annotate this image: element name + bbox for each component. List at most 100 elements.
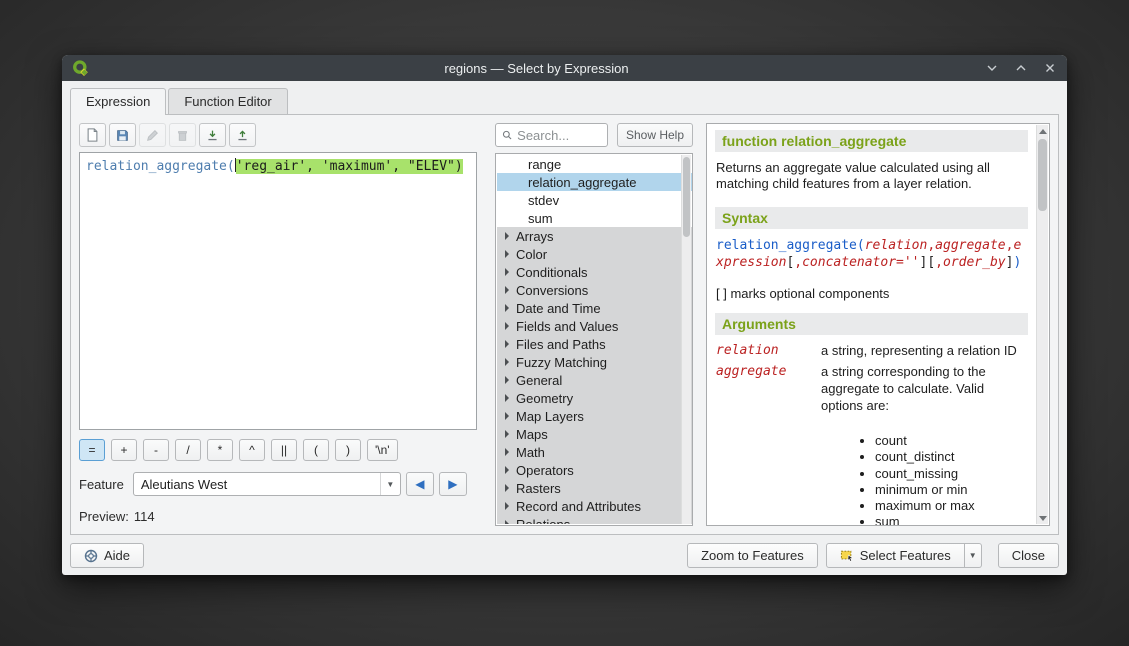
feature-selector-row: Feature Aleutians West ▼ ◀ ▶ bbox=[79, 472, 477, 496]
function-group[interactable]: Map Layers bbox=[497, 407, 692, 425]
expand-arrow-icon[interactable] bbox=[505, 394, 509, 402]
select-features-icon bbox=[840, 549, 854, 562]
function-item[interactable]: range bbox=[497, 155, 692, 173]
maximize-button[interactable] bbox=[1013, 60, 1029, 76]
expand-arrow-icon[interactable] bbox=[505, 250, 509, 258]
delete-expression-button[interactable] bbox=[169, 123, 196, 147]
show-help-button[interactable]: Show Help bbox=[617, 123, 693, 147]
operator-button[interactable]: = bbox=[79, 439, 105, 461]
expand-arrow-icon[interactable] bbox=[505, 430, 509, 438]
chevron-down-icon[interactable]: ▼ bbox=[380, 473, 400, 495]
operator-button[interactable]: ^ bbox=[239, 439, 265, 461]
expand-arrow-icon[interactable] bbox=[505, 340, 509, 348]
operator-button[interactable]: ) bbox=[335, 439, 361, 461]
expand-arrow-icon[interactable] bbox=[505, 232, 509, 240]
close-window-button[interactable] bbox=[1042, 60, 1058, 76]
scroll-down-icon[interactable] bbox=[1037, 512, 1048, 524]
function-group[interactable]: Fields and Values bbox=[497, 317, 692, 335]
tab-expression[interactable]: Expression bbox=[70, 88, 166, 115]
function-group[interactable]: Fuzzy Matching bbox=[497, 353, 692, 371]
expand-arrow-icon[interactable] bbox=[505, 448, 509, 456]
search-icon bbox=[502, 129, 512, 141]
function-group[interactable]: Relations bbox=[497, 515, 692, 524]
function-group[interactable]: Geometry bbox=[497, 389, 692, 407]
search-row: Show Help bbox=[495, 123, 693, 147]
next-feature-button[interactable]: ▶ bbox=[439, 472, 467, 496]
operator-button[interactable]: - bbox=[143, 439, 169, 461]
window-title: regions — Select by Expression bbox=[89, 61, 984, 76]
expand-arrow-icon[interactable] bbox=[505, 268, 509, 276]
function-group[interactable]: Rasters bbox=[497, 479, 692, 497]
export-expression-button[interactable] bbox=[229, 123, 256, 147]
new-expression-button[interactable] bbox=[79, 123, 106, 147]
function-group[interactable]: Operators bbox=[497, 461, 692, 479]
new-file-icon bbox=[86, 128, 99, 142]
close-button[interactable]: Close bbox=[998, 543, 1059, 568]
lifebuoy-help-icon bbox=[84, 549, 98, 563]
function-group[interactable]: Files and Paths bbox=[497, 335, 692, 353]
function-group[interactable]: Arrays bbox=[497, 227, 692, 245]
scrollbar-thumb[interactable] bbox=[683, 157, 690, 237]
syntax-token: , bbox=[935, 255, 943, 270]
function-group[interactable]: Conversions bbox=[497, 281, 692, 299]
search-box[interactable] bbox=[495, 123, 608, 147]
aggregate-option: count_missing bbox=[875, 466, 1028, 482]
import-expression-button[interactable] bbox=[199, 123, 226, 147]
expand-arrow-icon[interactable] bbox=[505, 466, 509, 474]
expand-arrow-icon[interactable] bbox=[505, 304, 509, 312]
select-features-button[interactable]: Select Features bbox=[826, 543, 965, 568]
feature-combobox-value: Aleutians West bbox=[141, 477, 227, 492]
syntax-token: aggregate bbox=[935, 238, 1005, 253]
function-list-panel: Show Help rangerelation_aggregatestdevsu… bbox=[495, 123, 693, 526]
operator-button[interactable]: || bbox=[271, 439, 297, 461]
feature-combobox[interactable]: Aleutians West ▼ bbox=[133, 472, 401, 496]
function-item[interactable]: relation_aggregate bbox=[497, 173, 692, 191]
help-scrollbar[interactable] bbox=[1036, 125, 1048, 524]
function-label: Relations bbox=[516, 517, 570, 525]
function-group[interactable]: Date and Time bbox=[497, 299, 692, 317]
previous-feature-button[interactable]: ◀ bbox=[406, 472, 434, 496]
optional-components-note: [ ] marks optional components bbox=[716, 286, 1027, 301]
expand-arrow-icon[interactable] bbox=[505, 286, 509, 294]
save-expression-button[interactable] bbox=[109, 123, 136, 147]
function-item[interactable]: sum bbox=[497, 209, 692, 227]
expression-toolbar bbox=[79, 123, 477, 147]
expand-arrow-icon[interactable] bbox=[505, 376, 509, 384]
expression-code-editor[interactable]: relation_aggregate('reg_air', 'maximum',… bbox=[79, 152, 477, 430]
operator-button[interactable]: * bbox=[207, 439, 233, 461]
zoom-to-features-button[interactable]: Zoom to Features bbox=[687, 543, 818, 568]
operator-button[interactable]: / bbox=[175, 439, 201, 461]
expand-arrow-icon[interactable] bbox=[505, 322, 509, 330]
scroll-up-icon[interactable] bbox=[1037, 125, 1048, 137]
function-group[interactable]: Color bbox=[497, 245, 692, 263]
function-group[interactable]: Conditionals bbox=[497, 263, 692, 281]
help-button[interactable]: Aide bbox=[70, 543, 144, 568]
expand-arrow-icon[interactable] bbox=[505, 412, 509, 420]
operator-button[interactable]: ( bbox=[303, 439, 329, 461]
function-group[interactable]: Maps bbox=[497, 425, 692, 443]
operator-button[interactable]: + bbox=[111, 439, 137, 461]
function-label: range bbox=[528, 157, 561, 172]
aggregate-option: minimum or min bbox=[875, 482, 1028, 498]
function-group[interactable]: Record and Attributes bbox=[497, 497, 692, 515]
search-input[interactable] bbox=[517, 128, 601, 143]
expand-arrow-icon[interactable] bbox=[505, 520, 509, 524]
expand-arrow-icon[interactable] bbox=[505, 358, 509, 366]
function-group[interactable]: General bbox=[497, 371, 692, 389]
function-list-scrollbar[interactable] bbox=[681, 155, 691, 524]
expand-arrow-icon[interactable] bbox=[505, 502, 509, 510]
function-group[interactable]: Math bbox=[497, 443, 692, 461]
expand-arrow-icon[interactable] bbox=[505, 484, 509, 492]
select-features-dropdown[interactable]: ▼ bbox=[965, 543, 982, 568]
function-label: Operators bbox=[516, 463, 574, 478]
operator-button[interactable]: '\n' bbox=[367, 439, 398, 461]
minimize-button[interactable] bbox=[984, 60, 1000, 76]
edit-expression-button[interactable] bbox=[139, 123, 166, 147]
function-label: Conditionals bbox=[516, 265, 588, 280]
scrollbar-thumb[interactable] bbox=[1038, 139, 1047, 211]
function-item[interactable]: stdev bbox=[497, 191, 692, 209]
select-features-split-button: Select Features ▼ bbox=[826, 543, 982, 568]
tab-function-editor[interactable]: Function Editor bbox=[168, 88, 287, 114]
titlebar[interactable]: regions — Select by Expression bbox=[62, 55, 1067, 81]
function-list-container: rangerelation_aggregatestdevsumArraysCol… bbox=[495, 153, 693, 526]
